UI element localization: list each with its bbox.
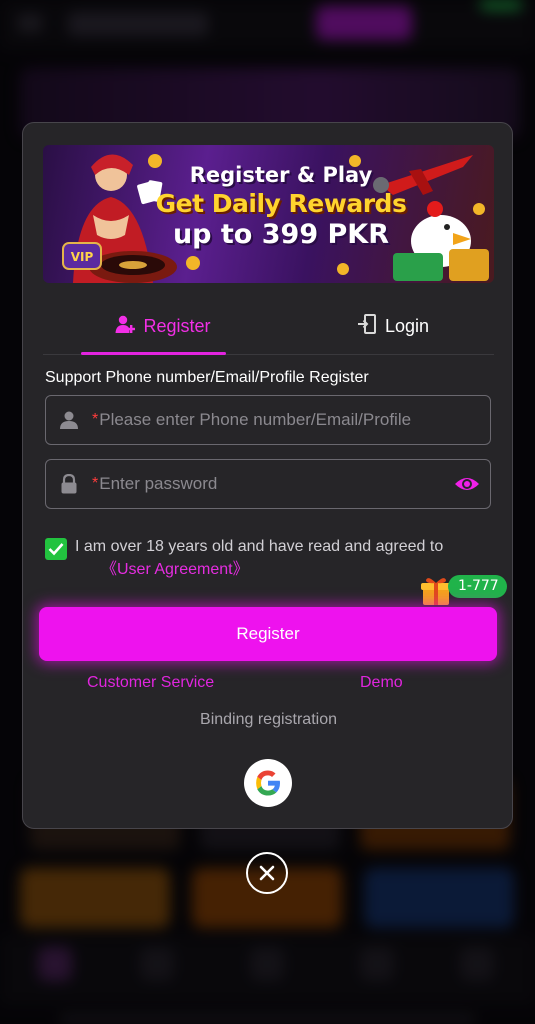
user-add-icon [115,314,136,339]
promo-badge: 1-777 [448,575,507,598]
required-mark: * [92,475,99,492]
username-input[interactable] [99,396,490,444]
tab-register-label: Register [143,315,211,336]
promo-banner: VIP Register & Play Get Daily Rewards up… [43,145,494,283]
login-door-icon [357,313,377,339]
banner-line-3: up to 399 PKR [172,219,390,250]
demo-link[interactable]: Demo [360,674,403,692]
tab-register[interactable]: Register [83,297,243,355]
username-field[interactable]: * [45,395,491,445]
banner-line-1: Register & Play [189,163,373,187]
close-icon [259,865,275,881]
agreement-text: I am over 18 years old and have read and… [75,538,444,555]
banner-line-2: Get Daily Rewards [155,189,407,218]
checkmark-icon [48,543,64,556]
google-login-button[interactable] [244,759,292,807]
customer-service-link[interactable]: Customer Service [87,674,214,692]
banner-headline: Register & Play Get Daily Rewards up to … [151,163,411,250]
auth-tabs: Register Login [43,297,494,355]
agreement-checkbox[interactable] [45,538,67,560]
close-modal-button[interactable] [246,852,288,894]
required-mark: * [92,411,99,428]
active-tab-indicator [81,352,226,355]
tab-login-label: Login [384,315,430,336]
register-button[interactable]: Register [39,607,497,661]
register-modal: VIP Register & Play Get Daily Rewards up… [22,122,513,829]
binding-registration-label: Binding registration [200,711,337,728]
google-icon [256,770,280,796]
support-label: Support Phone number/Email/Profile Regis… [45,369,369,386]
lock-icon [46,474,92,494]
eye-icon[interactable] [444,475,490,493]
tab-login[interactable]: Login [333,297,453,355]
password-field[interactable]: * [45,459,491,509]
user-agreement-link[interactable]: 《User Agreement》 [101,555,249,579]
password-input[interactable] [99,460,444,508]
user-icon [46,410,92,430]
vip-chip-text: VIP [71,250,94,264]
